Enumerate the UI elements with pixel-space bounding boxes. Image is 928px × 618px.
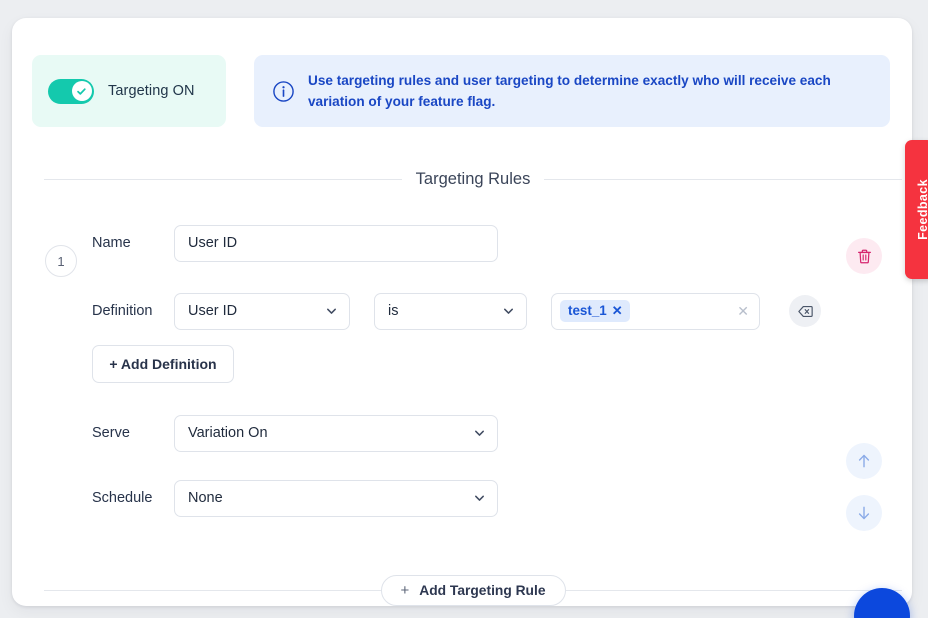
definition-operator-value: is: [388, 303, 398, 319]
arrow-down-icon: [855, 504, 873, 522]
add-targeting-rule-label: Add Targeting Rule: [419, 583, 545, 598]
feedback-tab-label: Feedback: [916, 179, 928, 240]
rule-name-row: Name User ID: [44, 223, 902, 263]
clear-values-icon[interactable]: ✕: [737, 304, 749, 318]
close-icon[interactable]: ✕: [612, 304, 623, 317]
rule-name-input[interactable]: User ID: [174, 225, 498, 262]
move-rule-down-button[interactable]: [846, 495, 882, 531]
targeting-toggle-switch[interactable]: [48, 79, 94, 104]
rule-schedule-label: Schedule: [92, 490, 174, 506]
info-banner: Use targeting rules and user targeting t…: [254, 55, 890, 127]
divider-line-left: [44, 179, 402, 180]
targeting-toggle-label: Targeting ON: [108, 83, 195, 99]
plus-icon: +: [401, 582, 410, 599]
chevron-down-icon: [473, 492, 486, 505]
add-definition-button[interactable]: + Add Definition: [92, 345, 234, 383]
targeting-header-row: Targeting ON Use targeting rules and use…: [32, 55, 890, 127]
info-circle-icon: [272, 80, 295, 103]
rule-definition-label: Definition: [92, 303, 174, 319]
add-targeting-rule-button[interactable]: + Add Targeting Rule: [381, 575, 566, 606]
divider-line-right: [544, 179, 902, 180]
targeting-card: Targeting ON Use targeting rules and use…: [12, 18, 912, 606]
delete-rule-button[interactable]: [846, 238, 882, 274]
targeting-rule-1: 1 Name User ID Definition User ID is: [44, 223, 902, 518]
value-chip-label: test_1: [568, 303, 607, 318]
backspace-icon: [797, 303, 814, 320]
bottom-divider-line-left: [44, 590, 381, 591]
definition-attribute-value: User ID: [188, 303, 237, 319]
targeting-rules-divider: Targeting Rules: [44, 170, 902, 189]
toggle-knob: [72, 81, 92, 101]
rule-definition-row: Definition User ID is: [44, 291, 902, 331]
rule-schedule-row: Schedule None: [44, 478, 902, 518]
rule-name-label: Name: [92, 235, 174, 251]
trash-icon: [856, 248, 873, 265]
arrow-up-icon: [855, 452, 873, 470]
chevron-down-icon: [325, 305, 338, 318]
rule-serve-row: Serve Variation On: [44, 413, 902, 453]
chevron-down-icon: [502, 305, 515, 318]
rule-serve-label: Serve: [92, 425, 174, 441]
add-rule-divider: + Add Targeting Rule: [44, 575, 902, 606]
schedule-select[interactable]: None: [174, 480, 498, 517]
move-rule-up-button[interactable]: [846, 443, 882, 479]
serve-variation-select[interactable]: Variation On: [174, 415, 498, 452]
check-icon: [76, 86, 87, 97]
feedback-tab[interactable]: Feedback: [905, 140, 928, 279]
definition-backspace-button[interactable]: [789, 295, 821, 327]
definition-attribute-select[interactable]: User ID: [174, 293, 350, 330]
schedule-value: None: [188, 490, 223, 506]
definition-values-input[interactable]: test_1 ✕ ✕: [551, 293, 760, 330]
targeting-toggle-container[interactable]: Targeting ON: [32, 55, 226, 127]
section-title: Targeting Rules: [416, 170, 531, 189]
bottom-divider-line-right: [566, 590, 903, 591]
chevron-down-icon: [473, 427, 486, 440]
rule-number-badge: 1: [45, 245, 77, 277]
info-banner-text: Use targeting rules and user targeting t…: [308, 70, 872, 112]
definition-operator-select[interactable]: is: [374, 293, 527, 330]
value-chip[interactable]: test_1 ✕: [560, 300, 630, 322]
serve-variation-value: Variation On: [188, 425, 268, 441]
